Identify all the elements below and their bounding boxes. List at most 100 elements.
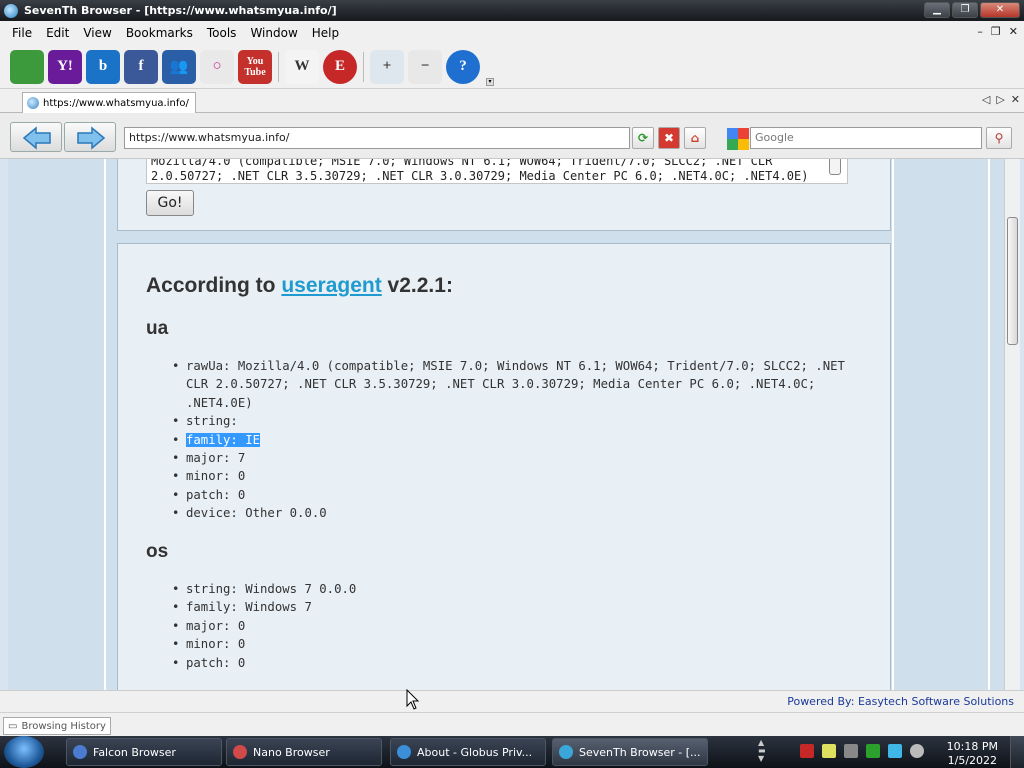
result-panel: According to useragent v2.2.1: ua rawUa:… — [117, 243, 891, 690]
window-controls: ▁ ❐ ✕ — [924, 2, 1020, 18]
list-item-os-family: family: Windows 7 — [172, 598, 872, 617]
ua-textarea-text: Mozilla/4.0 (compatible; MSIE 7.0; Windo… — [151, 159, 809, 183]
menu-tools[interactable]: Tools — [207, 26, 237, 40]
textarea-resize-handle[interactable] — [829, 159, 841, 175]
add-bookmark-icon[interactable]: + — [370, 49, 404, 84]
window-title: SevenTh Browser - [https://www.whatsmyua… — [24, 4, 337, 17]
show-desktop-button[interactable] — [1010, 736, 1024, 768]
browsing-history-label: Browsing History — [21, 720, 106, 732]
go-button[interactable]: Go! — [146, 190, 194, 216]
list-item-rawua: rawUa: Mozilla/4.0 (compatible; MSIE 7.0… — [172, 357, 872, 412]
page-body: Mozilla/4.0 (compatible; MSIE 7.0; Windo… — [117, 159, 891, 690]
pdf-tray-icon[interactable] — [800, 744, 814, 758]
menu-bookmarks[interactable]: Bookmarks — [126, 26, 193, 40]
taskbar-item-label: SevenTh Browser - [... — [579, 745, 701, 759]
wikipedia-icon[interactable]: W — [285, 49, 319, 84]
stop-icon[interactable]: ✖ — [658, 127, 680, 149]
orkut-icon[interactable]: ○ — [200, 49, 234, 84]
search-input[interactable]: Google — [750, 127, 982, 149]
os-list: string: Windows 7 0.0.0 family: Windows … — [172, 580, 872, 672]
ua-heading: ua — [146, 318, 169, 339]
back-arrow-icon — [22, 126, 51, 150]
menu-window[interactable]: Window — [250, 26, 297, 40]
menu-help[interactable]: Help — [312, 26, 339, 40]
os-heading: os — [146, 541, 169, 562]
scrollbar-thumb[interactable] — [1007, 217, 1018, 345]
close-button[interactable]: ✕ — [980, 2, 1020, 18]
volume-tray-icon[interactable] — [910, 744, 924, 758]
mdi-minimize-button[interactable]: – — [977, 25, 983, 38]
flag-tray-icon[interactable] — [866, 744, 880, 758]
mdi-close-button[interactable]: ✕ — [1009, 25, 1018, 38]
google-maps-icon[interactable] — [10, 49, 44, 84]
ua-list: rawUa: Mozilla/4.0 (compatible; MSIE 7.0… — [172, 357, 872, 523]
heading-suffix: v2.2.1: — [381, 274, 453, 297]
facebook-icon[interactable]: f — [124, 49, 158, 84]
tab-prev-icon[interactable]: ◁ — [982, 93, 990, 106]
list-item-string: string: — [172, 412, 872, 431]
taskbar-item[interactable]: SevenTh Browser - [... — [552, 738, 708, 766]
tab-strip: https://www.whatsmyua.info/ ◁ ▷ ✕ — [0, 89, 1024, 113]
notes-tray-icon[interactable] — [822, 744, 836, 758]
back-button[interactable] — [10, 122, 62, 152]
remove-bookmark-icon[interactable]: − — [408, 49, 442, 84]
useragent-link[interactable]: useragent — [281, 274, 381, 297]
search-go-icon[interactable]: ⚲ — [986, 127, 1012, 149]
menu-edit[interactable]: Edit — [46, 26, 69, 40]
address-bar[interactable]: https://www.whatsmyua.info/ — [124, 127, 630, 149]
selected-text: family: IE — [186, 432, 261, 447]
taskbar-item[interactable]: Nano Browser — [226, 738, 382, 766]
menu-file[interactable]: File — [12, 26, 32, 40]
list-item-os-major: major: 0 — [172, 617, 872, 636]
taskbar-item[interactable]: About - Globus Priv... — [390, 738, 546, 766]
tools-tray-icon[interactable] — [844, 744, 858, 758]
taskbar-scroll-arrows[interactable]: ▲ ▬ ▼ — [758, 739, 766, 763]
mdi-restore-button[interactable]: ❐ — [991, 25, 1001, 38]
tab-close-icon[interactable]: ✕ — [1011, 93, 1020, 106]
home-icon[interactable]: ⌂ — [684, 127, 706, 149]
bing-icon[interactable]: b — [86, 49, 120, 84]
list-item-major: major: 7 — [172, 449, 872, 468]
eset-icon[interactable]: E — [323, 49, 357, 84]
history-icon: ▭ — [8, 720, 18, 732]
list-item-family: family: IE — [172, 431, 872, 449]
menu-bar: File Edit View Bookmarks Tools Window He… — [0, 21, 1024, 45]
tab-next-icon[interactable]: ▷ — [996, 93, 1004, 106]
forward-arrow-icon — [77, 126, 106, 150]
myspace-icon[interactable]: 👥 — [162, 49, 196, 84]
tab-controls: ◁ ▷ ✕ — [982, 93, 1020, 106]
clock[interactable]: 10:18 PM 1/5/2022 — [947, 740, 998, 768]
maximize-button[interactable]: ❐ — [952, 2, 978, 18]
app-icon — [4, 3, 18, 18]
result-heading: According to useragent v2.2.1: — [146, 274, 453, 298]
app-icon — [559, 745, 573, 759]
toolbar-overflow-icon[interactable]: ▾ — [486, 78, 494, 86]
heading-prefix: According to — [146, 274, 282, 297]
app-icon — [73, 745, 87, 759]
help-icon[interactable]: ? — [446, 49, 480, 84]
navigation-bar: https://www.whatsmyua.info/ ⟳ ✖ ⌂ Google… — [0, 113, 1024, 159]
mouse-cursor-icon — [406, 689, 420, 710]
browsing-history-tab[interactable]: ▭ Browsing History — [3, 717, 111, 735]
list-item-os-string: string: Windows 7 0.0.0 — [172, 580, 872, 599]
history-bar: ▭ Browsing History — [0, 712, 1024, 736]
taskbar-item-label: Nano Browser — [253, 745, 330, 759]
title-bar: SevenTh Browser - [https://www.whatsmyua… — [0, 0, 1024, 21]
refresh-icon[interactable]: ⟳ — [632, 127, 654, 149]
taskbar-item[interactable]: Falcon Browser — [66, 738, 222, 766]
youtube-icon[interactable]: You Tube — [238, 49, 272, 84]
list-item-device: device: Other 0.0.0 — [172, 504, 872, 523]
start-button[interactable] — [4, 736, 44, 768]
vertical-scrollbar[interactable] — [1004, 159, 1020, 690]
minimize-button[interactable]: ▁ — [924, 2, 950, 18]
forward-button[interactable] — [64, 122, 116, 152]
yahoo-icon[interactable]: Y! — [48, 49, 82, 84]
tab-whatsmyua[interactable]: https://www.whatsmyua.info/ — [22, 92, 196, 113]
clock-time: 10:18 PM — [946, 740, 998, 753]
menu-view[interactable]: View — [83, 26, 111, 40]
network-tray-icon[interactable] — [888, 744, 902, 758]
toolbar-separator — [363, 51, 364, 82]
ua-textarea[interactable]: Mozilla/4.0 (compatible; MSIE 7.0; Windo… — [146, 159, 848, 184]
quicklaunch-toolbar: Y! b f 👥 ○ You Tube W E + −? ▾ — [0, 45, 1024, 89]
taskbar-item-label: Falcon Browser — [93, 745, 176, 759]
